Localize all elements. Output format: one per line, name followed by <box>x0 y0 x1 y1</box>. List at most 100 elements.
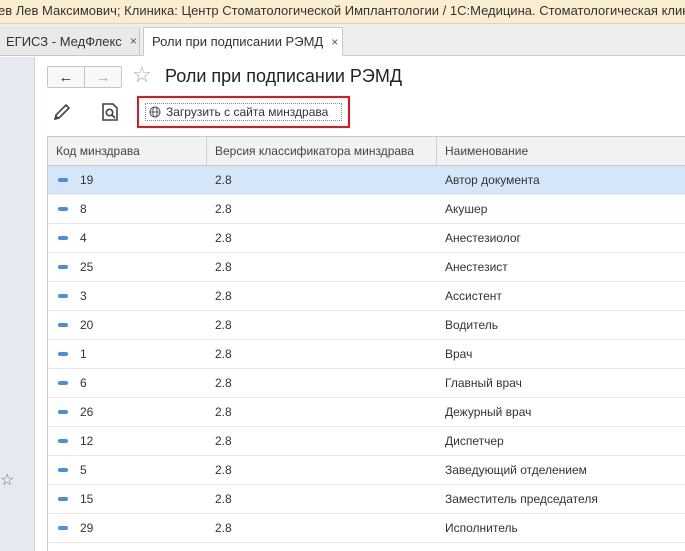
tab-egisz-medflex[interactable]: ЕГИСЗ - МедФлекс × <box>0 27 140 55</box>
name-cell: Водитель <box>445 318 499 332</box>
table-header: Код минздрава Версия классификатора минз… <box>48 137 685 166</box>
version-cell: 2.8 <box>215 231 232 245</box>
tabs-bar: ЕГИСЗ - МедФлекс × Роли при подписании Р… <box>0 24 685 56</box>
version-cell: 2.8 <box>215 376 232 390</box>
load-from-minzdrav-button[interactable]: Загрузить с сайта минздрава <box>145 103 342 121</box>
code-cell: 15 <box>58 485 207 513</box>
item-marker-icon <box>58 236 68 240</box>
version-cell: 2.8 <box>215 492 232 506</box>
name-cell: Анестезист <box>445 260 508 274</box>
name-cell: Диспетчер <box>445 434 504 448</box>
version-cell: 2.8 <box>215 405 232 419</box>
table-row[interactable]: 5 2.8 Заведующий отделением <box>48 456 685 485</box>
table-row[interactable]: 1 2.8 Врач <box>48 340 685 369</box>
navigation-buttons: ← → <box>47 66 122 88</box>
code-cell: 5 <box>58 456 207 484</box>
item-marker-icon <box>58 178 68 182</box>
star-icon[interactable]: ☆ <box>0 470 14 490</box>
code-cell: 26 <box>58 398 207 426</box>
code-cell: 8 <box>58 195 207 223</box>
code-cell: 1 <box>58 340 207 368</box>
code-value: 1 <box>80 347 87 361</box>
item-marker-icon <box>58 265 68 269</box>
item-marker-icon <box>58 468 68 472</box>
roles-table: Код минздрава Версия классификатора минз… <box>47 136 685 551</box>
code-value: 15 <box>80 492 94 506</box>
item-marker-icon <box>58 410 68 414</box>
table-body: 19 2.8 Автор документа 8 2.8 Акушер 4 2.… <box>48 166 685 543</box>
version-cell: 2.8 <box>215 202 232 216</box>
table-row[interactable]: 25 2.8 Анестезист <box>48 253 685 282</box>
item-marker-icon <box>58 323 68 327</box>
version-cell: 2.8 <box>215 347 232 361</box>
window-title-bar: ев Лев Максимович; Клиника: Центр Стомат… <box>0 0 685 24</box>
version-cell: 2.8 <box>215 173 232 187</box>
name-cell: Ассистент <box>445 289 502 303</box>
version-cell: 2.8 <box>215 463 232 477</box>
favorite-star-icon[interactable]: ☆ <box>132 62 152 88</box>
tab-label: Роли при подписании РЭМД <box>152 34 324 49</box>
code-value: 29 <box>80 521 94 535</box>
name-cell: Автор документа <box>445 173 540 187</box>
highlight-frame: Загрузить с сайта минздрава <box>137 96 350 128</box>
code-cell: 19 <box>58 166 207 194</box>
column-header-version[interactable]: Версия классификатора минздрава <box>207 137 437 165</box>
item-marker-icon <box>58 497 68 501</box>
back-button[interactable]: ← <box>48 67 85 87</box>
column-header-code[interactable]: Код минздрава <box>48 137 207 165</box>
pencil-icon <box>53 103 71 121</box>
table-row[interactable]: 8 2.8 Акушер <box>48 195 685 224</box>
tab-remd-roles[interactable]: Роли при подписании РЭМД × <box>143 27 343 56</box>
code-value: 6 <box>80 376 87 390</box>
code-cell: 25 <box>58 253 207 281</box>
code-value: 20 <box>80 318 94 332</box>
table-row[interactable]: 19 2.8 Автор документа <box>48 166 685 195</box>
code-cell: 3 <box>58 282 207 310</box>
name-cell: Анестезиолог <box>445 231 521 245</box>
item-marker-icon <box>58 294 68 298</box>
window-title: ев Лев Максимович; Клиника: Центр Стомат… <box>0 3 685 18</box>
table-row[interactable]: 26 2.8 Дежурный врач <box>48 398 685 427</box>
code-cell: 29 <box>58 514 207 542</box>
forward-button[interactable]: → <box>85 67 121 87</box>
globe-icon <box>149 106 161 118</box>
name-cell: Врач <box>445 347 473 361</box>
item-marker-icon <box>58 352 68 356</box>
name-cell: Заведующий отделением <box>445 463 587 477</box>
version-cell: 2.8 <box>215 289 232 303</box>
load-button-label: Загрузить с сайта минздрава <box>166 105 329 119</box>
code-value: 4 <box>80 231 87 245</box>
table-row[interactable]: 12 2.8 Диспетчер <box>48 427 685 456</box>
code-value: 25 <box>80 260 94 274</box>
item-marker-icon <box>58 381 68 385</box>
left-panel: ☆ <box>0 57 35 551</box>
code-value: 3 <box>80 289 87 303</box>
name-cell: Заместитель председателя <box>445 492 598 506</box>
column-header-name[interactable]: Наименование <box>437 137 685 165</box>
table-row[interactable]: 3 2.8 Ассистент <box>48 282 685 311</box>
close-icon[interactable]: × <box>130 34 137 48</box>
close-icon[interactable]: × <box>331 35 338 49</box>
code-value: 12 <box>80 434 94 448</box>
table-row[interactable]: 15 2.8 Заместитель председателя <box>48 485 685 514</box>
code-value: 26 <box>80 405 94 419</box>
table-row[interactable]: 20 2.8 Водитель <box>48 311 685 340</box>
item-marker-icon <box>58 526 68 530</box>
code-value: 19 <box>80 173 94 187</box>
version-cell: 2.8 <box>215 521 232 535</box>
table-row[interactable]: 6 2.8 Главный врач <box>48 369 685 398</box>
code-cell: 20 <box>58 311 207 339</box>
name-cell: Исполнитель <box>445 521 518 535</box>
edit-button[interactable] <box>51 101 73 123</box>
search-document-button[interactable] <box>99 101 121 123</box>
version-cell: 2.8 <box>215 434 232 448</box>
table-row[interactable]: 4 2.8 Анестезиолог <box>48 224 685 253</box>
document-search-icon <box>102 103 118 121</box>
name-cell: Дежурный врач <box>445 405 532 419</box>
item-marker-icon <box>58 207 68 211</box>
name-cell: Акушер <box>445 202 488 216</box>
table-row[interactable]: 29 2.8 Исполнитель <box>48 514 685 543</box>
code-value: 8 <box>80 202 87 216</box>
item-marker-icon <box>58 439 68 443</box>
tab-label: ЕГИСЗ - МедФлекс <box>6 33 122 49</box>
